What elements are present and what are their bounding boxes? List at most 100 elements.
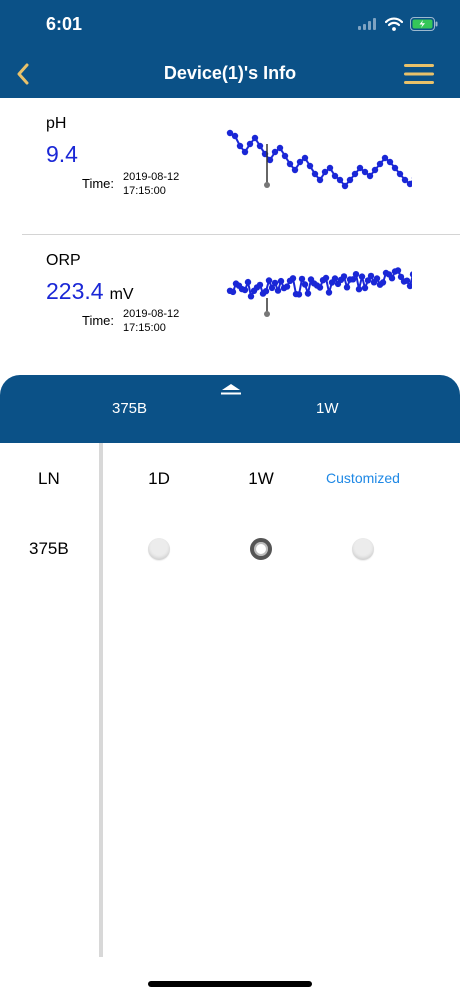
sparkline-point: [276, 144, 284, 152]
sparkline-point: [379, 279, 387, 286]
sparkline-point: [304, 290, 312, 297]
sparkline-point: [409, 271, 412, 278]
sparkline-point: [311, 170, 319, 178]
marker-dot: [264, 311, 270, 317]
sparkline-point: [355, 286, 363, 293]
sparkline-point: [296, 158, 304, 166]
time-label: Time:: [82, 176, 115, 191]
ph-sparkline: [226, 129, 412, 190]
sparkline-point: [361, 284, 369, 292]
sparkline-point: [316, 176, 324, 184]
sparkline-point: [341, 182, 349, 190]
sparkline-point: [271, 148, 279, 156]
sparkline-point: [343, 284, 351, 291]
radio-1w[interactable]: [250, 538, 272, 560]
sparkline-point: [326, 164, 334, 172]
range-header-1w: 1W: [248, 469, 274, 488]
sparkline-point: [266, 156, 274, 164]
sparkline-point: [283, 283, 291, 290]
sparkline-point: [236, 142, 244, 150]
sensor-value: 223.4 mV: [46, 278, 134, 304]
hamburger-menu-icon: [404, 64, 434, 84]
selected-range-label: 1W: [316, 400, 339, 417]
sparkline-point: [391, 164, 399, 172]
sparkline-point: [291, 166, 299, 174]
ln-header: LN: [38, 469, 60, 488]
sparkline-point: [388, 275, 396, 282]
orp-sparkline: [226, 267, 412, 317]
sparkline-point: [251, 134, 259, 142]
sparkline-point: [351, 170, 359, 178]
range-table: LN 1D 1W Customized 375B: [0, 443, 460, 963]
sparkline-point: [336, 176, 344, 184]
sparkline-point: [246, 140, 254, 148]
sparkline-point: [244, 278, 252, 286]
sparkline-point: [301, 154, 309, 162]
menu-button[interactable]: [404, 62, 434, 86]
radio-1d[interactable]: [148, 538, 170, 560]
sparkline-point: [356, 164, 364, 172]
sparkline-point: [331, 275, 339, 282]
timestamp: 2019-08-12 17:15:00: [123, 308, 180, 334]
sparkline-point: [373, 275, 381, 282]
range-header-customized[interactable]: Customized: [313, 470, 413, 486]
range-header-1d: 1D: [148, 469, 170, 488]
sensor-value: 9.4: [46, 141, 78, 167]
sparkline-point: [247, 293, 255, 300]
sparkline-point: [381, 154, 389, 162]
radio-customized[interactable]: [352, 538, 374, 560]
sparkline-point: [289, 275, 297, 282]
sparkline-point: [322, 274, 330, 282]
sensor-card-orp[interactable]: ORP 223.4 mV Time: 2019-08-12 17:15:00: [22, 245, 460, 365]
sparkline-point: [367, 272, 375, 280]
sparkline-point: [331, 172, 339, 180]
sparkline-point: [256, 281, 264, 289]
sparkline-point: [286, 160, 294, 168]
status-time: 6:01: [46, 14, 83, 34]
top-bar: 6:01 Device(1)'s Info: [0, 0, 460, 98]
selected-ln-label: 375B: [112, 400, 148, 417]
battery-icon: [410, 17, 438, 31]
sparkline-point: [352, 271, 360, 278]
sparkline-point: [229, 288, 237, 296]
sparkline-point: [358, 273, 366, 280]
sparkline-point: [340, 273, 348, 280]
caret-up-icon[interactable]: [220, 383, 242, 395]
sparkline-point: [241, 286, 249, 294]
sensor-name: ORP: [46, 252, 81, 269]
sparkline-point: [306, 162, 314, 170]
sparkline-point: [274, 287, 282, 294]
divider: [22, 234, 460, 235]
sparkline-point: [325, 289, 333, 296]
time-label: Time:: [82, 313, 115, 328]
sensor-name: pH: [46, 115, 67, 132]
sparkline-point: [298, 275, 306, 283]
home-indicator: [148, 981, 312, 987]
sparkline-point: [316, 284, 324, 291]
sparkline-point: [366, 172, 374, 180]
sheet-header[interactable]: 375B 1W: [0, 375, 460, 443]
marker-dot: [264, 182, 270, 188]
sparkline-point: [361, 168, 369, 176]
timestamp: 2019-08-12 17:15:00: [123, 171, 180, 197]
sparkline-point: [271, 279, 279, 287]
sparkline-point: [376, 160, 384, 168]
sparkline-point: [231, 132, 239, 140]
page-title: Device(1)'s Info: [163, 63, 297, 83]
sparkline-point: [346, 176, 354, 184]
sparkline-point: [256, 142, 264, 150]
status-icons: [358, 15, 438, 33]
sparkline-point: [301, 281, 309, 288]
column-separator: [99, 443, 103, 957]
sparkline-point: [241, 148, 249, 156]
ln-cell: 375B: [29, 539, 69, 558]
wifi-icon: [385, 17, 403, 31]
sparkline-point: [401, 176, 409, 184]
sparkline-point: [262, 288, 270, 295]
sensor-card-ph[interactable]: pH 9.4 Time: 2019-08-12 17:15:00: [22, 108, 460, 228]
signal-icon: [358, 18, 376, 30]
sparkline-point: [371, 166, 379, 174]
sparkline-point: [394, 267, 402, 274]
sparkline-point: [396, 170, 404, 178]
sparkline-point: [295, 291, 303, 298]
